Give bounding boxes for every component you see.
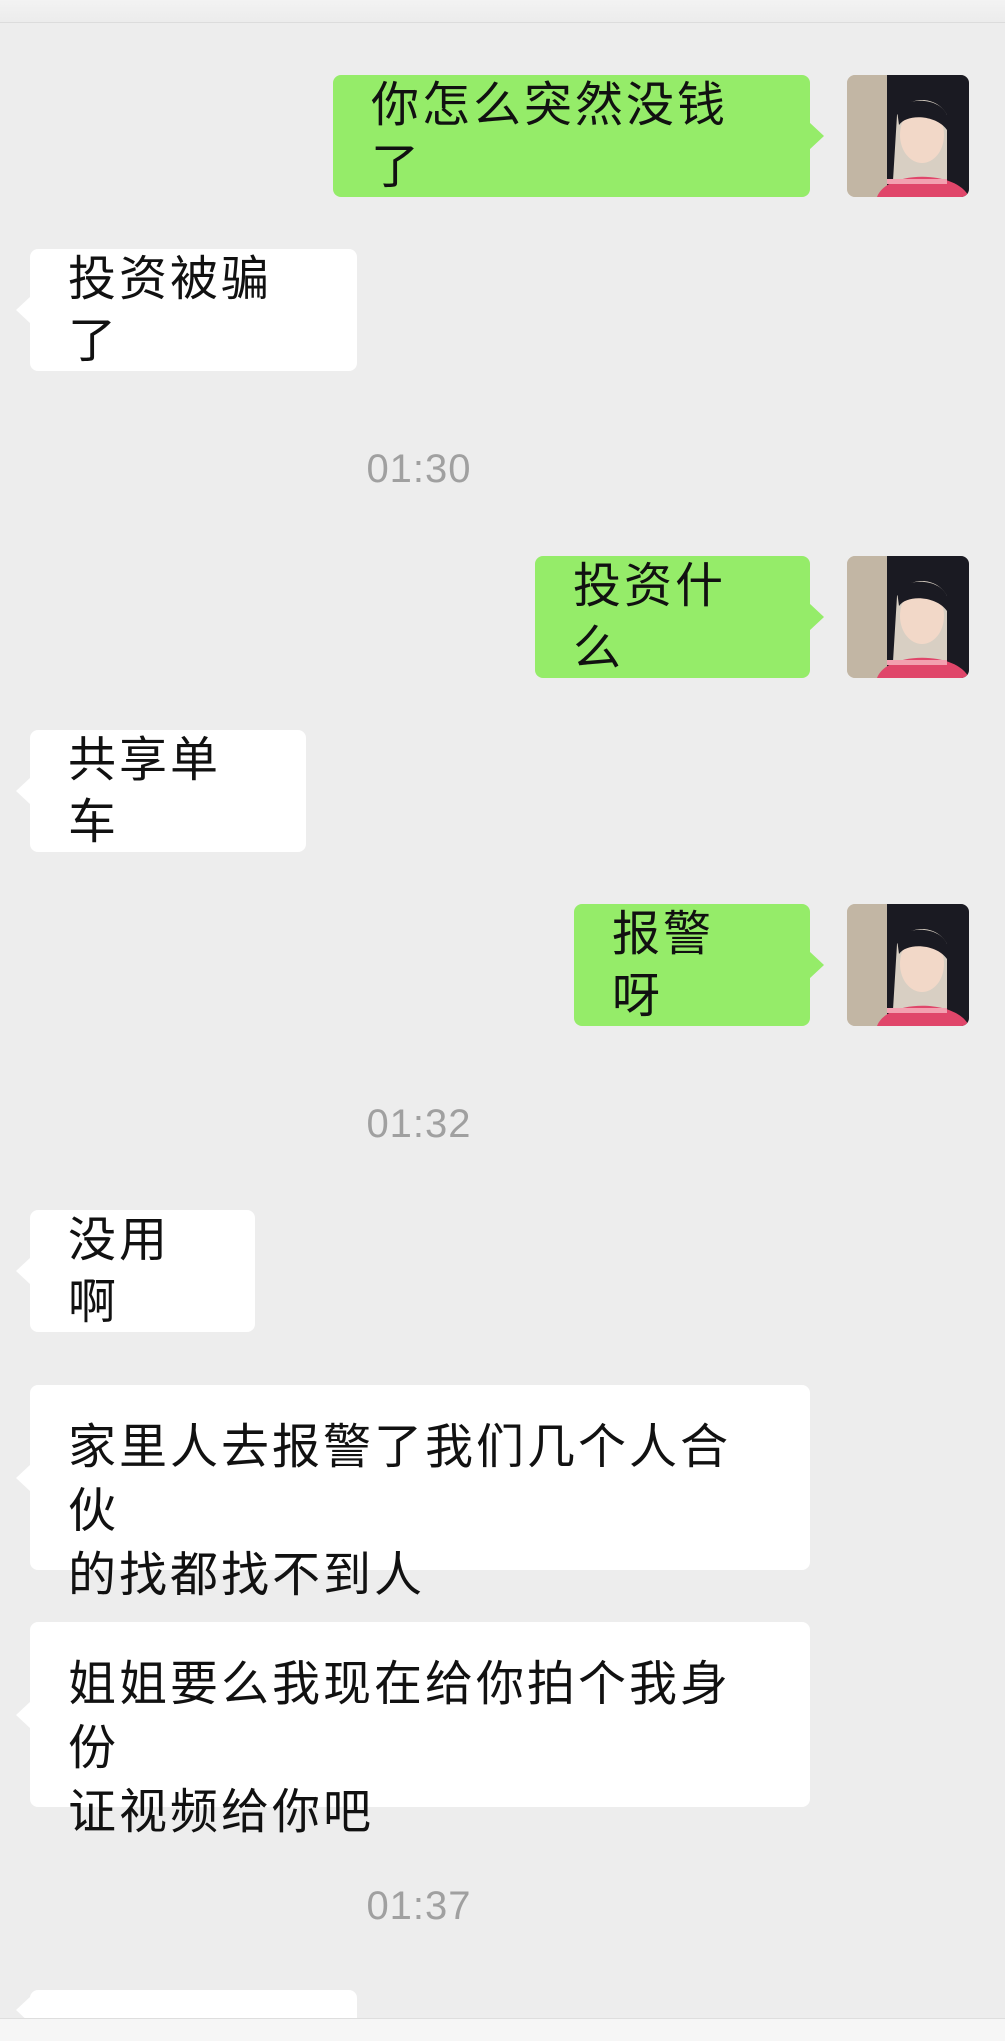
- avatar[interactable]: [847, 75, 969, 197]
- message-text: 报警 呀: [612, 906, 715, 1024]
- timestamp: 01:37: [366, 1884, 472, 1928]
- outgoing-message[interactable]: 报警 呀: [574, 904, 824, 1026]
- timestamp: 01:30: [366, 447, 472, 491]
- message-text: 你怎么突然没钱了: [371, 77, 729, 195]
- outgoing-message[interactable]: 投资什么: [535, 556, 824, 678]
- incoming-message[interactable]: 姐姐要么我现在给你拍个我身份 证视频给你吧: [16, 1622, 810, 1840]
- chat-window: 你怎么突然没钱了 投资被骗了 01:30 投资什么 共享单车 报警 呀 01:3…: [0, 0, 1005, 2041]
- message-text-line: 证视频给你吧: [68, 1784, 375, 1840]
- incoming-message[interactable]: 共享单车: [16, 730, 306, 852]
- incoming-message[interactable]: 家里人去报警了我们几个人合伙 的找都找不到人: [16, 1385, 810, 1603]
- avatar[interactable]: [847, 904, 969, 1026]
- incoming-message[interactable]: 没用啊: [16, 1210, 255, 1332]
- outgoing-message[interactable]: 你怎么突然没钱了: [333, 75, 824, 197]
- top-bar-edge: [0, 0, 1005, 23]
- avatar-icon: [847, 556, 969, 678]
- message-text-line: 姐姐要么我现在给你拍个我身份: [68, 1656, 732, 1776]
- message-text-line: 家里人去报警了我们几个人合伙: [68, 1419, 732, 1539]
- incoming-message[interactable]: 投资被骗了: [16, 249, 357, 371]
- timestamp: 01:32: [366, 1102, 472, 1146]
- input-bar-edge: [0, 2018, 1005, 2041]
- message-text: 投资什么: [573, 558, 727, 676]
- avatar-icon: [847, 75, 969, 197]
- avatar-icon: [847, 904, 969, 1026]
- message-text-line: 的找都找不到人: [68, 1547, 426, 1603]
- message-text: 投资被骗了: [68, 251, 273, 369]
- message-text: 没用啊: [68, 1212, 171, 1330]
- avatar[interactable]: [847, 556, 969, 678]
- message-text: 共享单车: [68, 732, 222, 850]
